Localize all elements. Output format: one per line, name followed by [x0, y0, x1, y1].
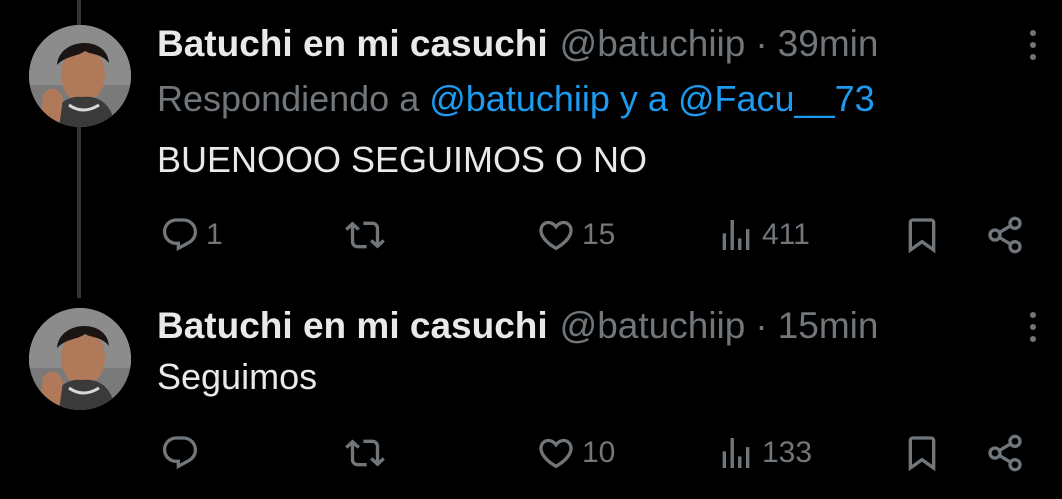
replying-to: Respondiendo a @batuchiip y a @Facu__73	[157, 78, 875, 120]
views-count: 411	[762, 218, 810, 251]
like-button[interactable]: 15	[536, 210, 615, 260]
replying-prefix: Respondiendo a	[157, 78, 420, 119]
tweet[interactable]: Batuchi en mi casuchi @batuchiip · 39min…	[0, 0, 1062, 300]
reply-count: 1	[206, 218, 223, 251]
timestamp[interactable]: 15min	[778, 305, 879, 347]
bookmark-button[interactable]	[902, 210, 942, 260]
views-chart-icon	[722, 220, 750, 250]
tweet[interactable]: Batuchi en mi casuchi @batuchiip · 15min…	[0, 300, 1062, 499]
reply-icon	[162, 218, 198, 252]
share-button[interactable]	[985, 210, 1025, 260]
replying-user-link[interactable]: @batuchiip	[429, 78, 610, 119]
more-options-button[interactable]	[1018, 312, 1048, 342]
views-button[interactable]: 411	[716, 210, 810, 260]
views-count: 133	[762, 436, 813, 469]
more-options-button[interactable]	[1018, 30, 1048, 60]
replying-joiner: y a	[619, 78, 668, 119]
retweet-button[interactable]	[345, 210, 391, 260]
like-button[interactable]: 10	[536, 428, 615, 478]
heart-icon	[539, 220, 573, 251]
share-icon	[988, 434, 1022, 472]
share-button[interactable]	[985, 428, 1025, 478]
bookmark-icon	[908, 218, 936, 254]
tweet-header: Batuchi en mi casuchi @batuchiip · 15min	[157, 304, 878, 348]
display-name[interactable]: Batuchi en mi casuchi	[157, 23, 548, 65]
like-count: 10	[582, 436, 616, 469]
display-name[interactable]: Batuchi en mi casuchi	[157, 305, 548, 347]
retweet-icon	[345, 439, 385, 467]
reply-button[interactable]: 1	[160, 210, 223, 260]
tweet-text: Seguimos	[157, 356, 318, 397]
separator-dot: ·	[755, 23, 768, 64]
bookmark-icon	[908, 436, 936, 472]
timestamp[interactable]: 39min	[778, 23, 879, 65]
share-icon	[988, 216, 1022, 254]
user-handle[interactable]: @batuchiip	[560, 23, 746, 65]
views-button[interactable]: 133	[716, 428, 812, 478]
reply-icon	[162, 436, 198, 470]
bookmark-button[interactable]	[902, 428, 942, 478]
like-count: 15	[582, 218, 616, 251]
tweet-text: BUENOOO SEGUIMOS O NO	[157, 139, 648, 180]
avatar[interactable]	[29, 25, 131, 127]
heart-icon	[539, 438, 573, 469]
avatar[interactable]	[29, 308, 131, 410]
more-vertical-icon	[1030, 312, 1036, 318]
retweet-icon	[345, 221, 385, 249]
avatar-photo	[29, 308, 131, 410]
reply-button[interactable]	[160, 428, 206, 478]
views-chart-icon	[722, 438, 750, 468]
user-handle[interactable]: @batuchiip	[560, 305, 746, 347]
replying-user-link[interactable]: @Facu__73	[678, 78, 875, 119]
separator-dot: ·	[755, 305, 768, 346]
tweet-header: Batuchi en mi casuchi @batuchiip · 39min	[157, 22, 878, 66]
avatar-photo	[29, 25, 131, 127]
more-vertical-icon	[1030, 30, 1036, 36]
retweet-button[interactable]	[345, 428, 391, 478]
tweet-actions: 1 15 411	[0, 210, 1062, 260]
tweet-actions: 10 133	[0, 428, 1062, 478]
